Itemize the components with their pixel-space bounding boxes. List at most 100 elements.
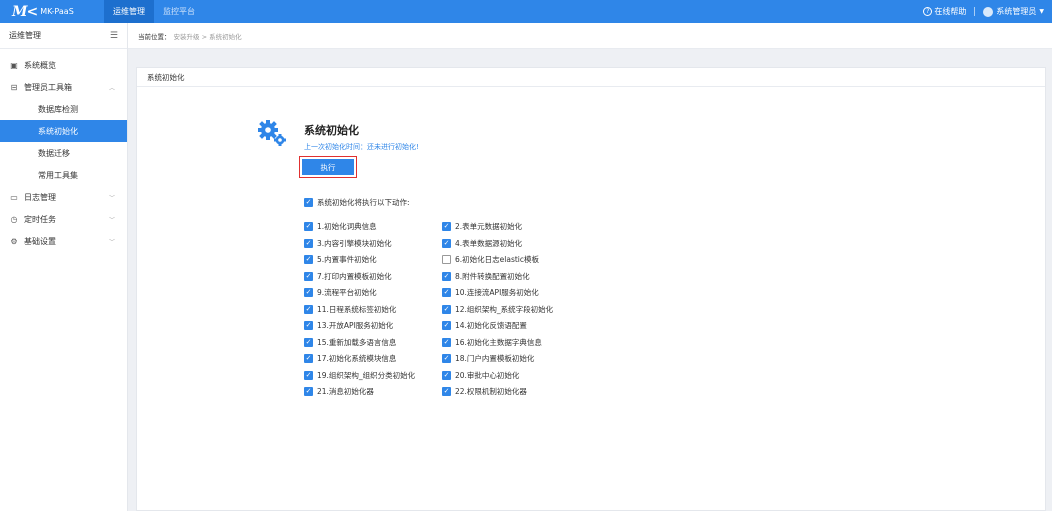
sidebar-item-logs[interactable]: ▭ 日志管理 ﹀ (0, 186, 127, 208)
action-label: 22.权限机制初始化器 (455, 387, 527, 396)
checkbox-checked-icon[interactable]: ✓ (304, 238, 313, 248)
action-checkbox[interactable]: ✓ 12.组织架构_系统字段初始化 (442, 304, 553, 315)
sidebar-item-label: 管理员工具箱 (24, 82, 72, 92)
sidebar-item-scheduled[interactable]: ◷ 定时任务 ﹀ (0, 208, 127, 230)
sidebar-item-overview[interactable]: ▣ 系统概览 (0, 54, 127, 76)
checkbox-checked-icon[interactable]: ✓ (304, 337, 313, 347)
checkbox-checked-icon[interactable]: ✓ (442, 370, 451, 380)
action-label: 6.初始化日志elastic模板 (455, 255, 540, 264)
sidebar-item-label: 系统概览 (24, 60, 56, 70)
action-label: 9.流程平台初始化 (317, 288, 377, 297)
checkbox-checked-icon[interactable]: ✓ (442, 387, 451, 396)
action-checkbox[interactable]: ✓ 3.内容引擎模块初始化 (304, 238, 392, 249)
sidebar-sub-tools[interactable]: 常用工具集 (0, 164, 127, 186)
chevron-down-icon: ﹀ (108, 216, 115, 224)
action-checkbox[interactable]: ✓ 17.初始化系统模块信息 (304, 353, 396, 364)
top-nav: 运维管理 监控平台 (104, 0, 204, 23)
toolbox-icon: ⊟ (10, 82, 18, 92)
action-checkbox[interactable]: ✓ 19.组织架构_组织分类初始化 (304, 370, 415, 381)
collapse-menu-icon[interactable]: ☰ (110, 31, 118, 41)
gear-icon: ⚙ (10, 236, 18, 246)
action-label: 16.初始化主数据字典信息 (455, 337, 542, 347)
action-label: 1.初始化词典信息 (317, 222, 377, 231)
caret-down-icon[interactable]: ▼ (1039, 8, 1044, 15)
checkbox-checked-icon[interactable]: ✓ (304, 321, 313, 330)
last-init-time: 上一次初始化时间：还未进行初始化! (304, 143, 419, 151)
action-checkbox[interactable]: ✓ 22.权限机制初始化器 (442, 386, 527, 397)
chevron-down-icon: ﹀ (108, 238, 115, 246)
checkbox-checked-icon[interactable]: ✓ (304, 222, 313, 231)
logo[interactable]: M< MK-PaaS (0, 4, 104, 20)
action-checkbox[interactable]: ✓ 9.流程平台初始化 (304, 287, 377, 298)
top-right: ? 在线帮助 系统管理员 ▼ (923, 6, 1052, 17)
action-checkbox[interactable]: ✓ 1.初始化词典信息 (304, 221, 377, 232)
checkbox-checked-icon[interactable]: ✓ (442, 304, 451, 314)
chevron-up-icon: ︿ (108, 84, 115, 92)
checkbox-checked-icon[interactable]: ✓ (442, 271, 451, 281)
action-checkbox[interactable]: 6.初始化日志elastic模板 (442, 254, 539, 265)
monitor-icon: ▭ (10, 192, 18, 202)
chevron-down-icon: ﹀ (108, 194, 115, 202)
help-link[interactable]: 在线帮助 (934, 6, 966, 17)
action-checkbox[interactable]: ✓ 16.初始化主数据字典信息 (442, 337, 542, 348)
checkbox-checked-icon[interactable]: ✓ (442, 222, 451, 231)
action-checkbox[interactable]: ✓ 8.附件转换配置初始化 (442, 271, 530, 282)
sidebar-sub-db-check[interactable]: 数据库检测 (0, 98, 127, 120)
checkbox-checked-icon[interactable]: ✓ (304, 354, 313, 363)
checkbox-checked-icon[interactable]: ✓ (304, 304, 313, 314)
action-checkbox[interactable]: ✓ 11.日程系统标签初始化 (304, 304, 396, 315)
action-checkbox[interactable]: ✓ 21.消息初始化器 (304, 386, 374, 397)
action-label: 15.重新加载多语言信息 (317, 337, 397, 347)
checkbox-checked-icon[interactable]: ✓ (304, 387, 313, 396)
action-label: 2.表单元数据初始化 (455, 222, 523, 231)
action-label: 18.门户内置模板初始化 (455, 354, 535, 363)
action-label: 12.组织架构_系统字段初始化 (455, 304, 554, 314)
action-checkbox[interactable]: ✓ 14.初始化反馈语配置 (442, 320, 527, 331)
top-nav-ops[interactable]: 运维管理 (104, 0, 154, 23)
action-checkbox[interactable]: ✓ 18.门户内置模板初始化 (442, 353, 534, 364)
execute-button-highlight: 执行 (299, 156, 357, 178)
action-checkbox[interactable]: ✓ 10.连接流API服务初始化 (442, 287, 539, 298)
sidebar-sub-system-init[interactable]: 系统初始化 (0, 120, 127, 142)
card-header: 系统初始化 (137, 68, 1045, 87)
checkbox-checked-icon[interactable]: ✓ (442, 354, 451, 363)
action-checkbox[interactable]: ✓ 13.开放API服务初始化 (304, 320, 393, 331)
checkbox-checked-icon[interactable]: ✓ (304, 271, 313, 281)
checkbox-checked-icon[interactable]: ✓ (304, 198, 313, 207)
sidebar-item-toolbox[interactable]: ⊟ 管理员工具箱 ︿ (0, 76, 127, 98)
help-icon[interactable]: ? (923, 7, 933, 16)
action-checkbox[interactable]: ✓ 7.打印内置模板初始化 (304, 271, 392, 282)
action-checkbox[interactable]: ✓ 4.表单数据源初始化 (442, 238, 522, 249)
gears-icon (258, 120, 286, 146)
action-label: 4.表单数据源初始化 (455, 238, 523, 248)
sidebar-item-label: 日志管理 (24, 192, 56, 202)
action-label: 17.初始化系统模块信息 (317, 354, 397, 363)
checkbox-unchecked-icon[interactable] (442, 255, 451, 264)
action-checkbox[interactable]: ✓ 15.重新加载多语言信息 (304, 337, 396, 348)
action-label: 13.开放API服务初始化 (317, 321, 394, 330)
execute-button[interactable]: 执行 (302, 159, 354, 175)
checkbox-checked-icon[interactable]: ✓ (442, 337, 451, 347)
action-label: 3.内容引擎模块初始化 (317, 238, 392, 248)
checkbox-checked-icon[interactable]: ✓ (442, 288, 451, 297)
user-name[interactable]: 系统管理员 (996, 6, 1036, 17)
checkbox-checked-icon[interactable]: ✓ (304, 255, 313, 264)
top-nav-monitor[interactable]: 监控平台 (154, 0, 204, 23)
sidebar-sub-data-migration[interactable]: 数据迁移 (0, 142, 127, 164)
action-checkbox[interactable]: ✓ 2.表单元数据初始化 (442, 221, 522, 232)
action-checkbox[interactable]: ✓ 20.审批中心初始化 (442, 370, 519, 381)
sidebar-item-settings[interactable]: ⚙ 基础设置 ﹀ (0, 230, 127, 252)
main-card: 系统初始化 系统初始化 上一次初始化时间：还未进行初始化! 执行 ✓ 系统初始化… (136, 67, 1046, 511)
avatar[interactable] (983, 6, 994, 17)
action-checkbox[interactable]: ✓ 5.内置事件初始化 (304, 254, 377, 265)
breadcrumb-label: 当前位置： (138, 32, 171, 41)
master-checkbox[interactable]: ✓ 系统初始化将执行以下动作: (304, 197, 410, 208)
checkbox-checked-icon[interactable]: ✓ (304, 288, 313, 297)
action-label: 14.初始化反馈语配置 (455, 321, 527, 330)
action-label: 21.消息初始化器 (317, 387, 374, 396)
checkbox-checked-icon[interactable]: ✓ (442, 321, 451, 330)
breadcrumb-path[interactable]: 安装升级 > 系统初始化 (174, 31, 242, 41)
action-label: 7.打印内置模板初始化 (317, 271, 392, 281)
checkbox-checked-icon[interactable]: ✓ (304, 370, 313, 380)
checkbox-checked-icon[interactable]: ✓ (442, 238, 451, 248)
